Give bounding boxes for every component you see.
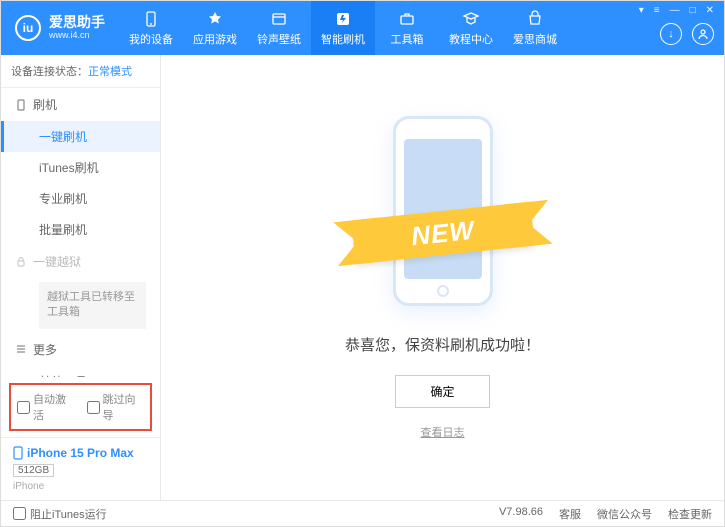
ok-button[interactable]: 确定: [395, 375, 489, 408]
toolbox-icon: [398, 10, 416, 28]
footer-link-wechat[interactable]: 微信公众号: [597, 506, 652, 522]
nav-store[interactable]: 爱思商城: [503, 1, 567, 55]
new-ribbon: NEW: [351, 201, 535, 264]
user-icon[interactable]: [692, 23, 714, 45]
phone-small-icon: [15, 99, 27, 111]
window-controls: ▾ ≡ — □ ✕: [639, 5, 714, 16]
phone-illustration: NEW: [363, 116, 523, 316]
nav-apps-games[interactable]: 应用游戏: [183, 1, 247, 55]
success-message: 恭喜您，保资料刷机成功啦！: [345, 334, 540, 355]
device-icon: [142, 10, 160, 28]
app-url: www.i4.cn: [49, 31, 105, 41]
connection-status: 设备连接状态：正常模式: [1, 55, 160, 88]
nav-smart-flash[interactable]: 智能刷机: [311, 1, 375, 55]
nav-toolbox[interactable]: 工具箱: [375, 1, 439, 55]
download-icon[interactable]: ↓: [660, 23, 682, 45]
sidebar-item-pro-flash[interactable]: 专业刷机: [1, 183, 160, 214]
minimize-icon[interactable]: —: [670, 5, 680, 16]
ringtone-icon: [270, 10, 288, 28]
maximize-icon[interactable]: □: [690, 5, 696, 16]
checkbox-block-itunes[interactable]: 阻止iTunes运行: [13, 506, 107, 522]
device-info: iPhone 15 Pro Max 512GB iPhone: [1, 437, 160, 500]
main-content: NEW 恭喜您，保资料刷机成功啦！ 确定 查看日志: [161, 55, 724, 500]
menu-icon[interactable]: ▾: [639, 5, 644, 16]
nav-my-device[interactable]: 我的设备: [119, 1, 183, 55]
sidebar-group-jailbreak: 一键越狱: [1, 245, 160, 278]
app-header: iu 爱思助手 www.i4.cn 我的设备 应用游戏 铃声壁纸 智能刷机 工具…: [1, 1, 724, 55]
options-highlighted: 自动激活 跳过向导: [9, 383, 152, 431]
sidebar-item-itunes-flash[interactable]: iTunes刷机: [1, 152, 160, 183]
device-name[interactable]: iPhone 15 Pro Max: [13, 446, 148, 460]
logo: iu 爱思助手 www.i4.cn: [1, 15, 119, 41]
settings-icon[interactable]: ≡: [654, 5, 660, 16]
view-log-link[interactable]: 查看日志: [421, 424, 465, 440]
nav-ringtones[interactable]: 铃声壁纸: [247, 1, 311, 55]
logo-icon: iu: [15, 15, 41, 41]
main-nav: 我的设备 应用游戏 铃声壁纸 智能刷机 工具箱 教程中心 爱思商城: [119, 1, 567, 55]
apps-icon: [206, 10, 224, 28]
version-label: V7.98.66: [499, 506, 543, 522]
jailbreak-note: 越狱工具已转移至工具箱: [39, 282, 146, 329]
app-title: 爱思助手: [49, 15, 105, 30]
sidebar-item-oneclick-flash[interactable]: 一键刷机: [1, 121, 160, 152]
checkbox-auto-activate[interactable]: 自动激活: [17, 391, 75, 423]
flash-icon: [334, 10, 352, 28]
list-icon: [15, 343, 27, 355]
device-storage: 512GB: [13, 464, 54, 477]
close-icon[interactable]: ✕: [706, 5, 714, 16]
footer-link-update[interactable]: 检查更新: [668, 506, 712, 522]
checkbox-skip-guide[interactable]: 跳过向导: [87, 391, 145, 423]
sidebar-item-batch-flash[interactable]: 批量刷机: [1, 214, 160, 245]
sidebar-group-more[interactable]: 更多: [1, 333, 160, 366]
nav-tutorials[interactable]: 教程中心: [439, 1, 503, 55]
sidebar-group-flash[interactable]: 刷机: [1, 88, 160, 121]
sidebar-item-other-tools[interactable]: 其他工具: [1, 366, 160, 377]
footer-link-support[interactable]: 客服: [559, 506, 581, 522]
device-small-icon: [13, 446, 23, 460]
store-icon: [526, 10, 544, 28]
tutorial-icon: [462, 10, 480, 28]
lock-icon: [15, 256, 27, 268]
footer: 阻止iTunes运行 V7.98.66 客服 微信公众号 检查更新: [1, 500, 724, 526]
device-type: iPhone: [13, 481, 148, 492]
sidebar: 设备连接状态：正常模式 刷机 一键刷机 iTunes刷机 专业刷机 批量刷机 一…: [1, 55, 161, 500]
